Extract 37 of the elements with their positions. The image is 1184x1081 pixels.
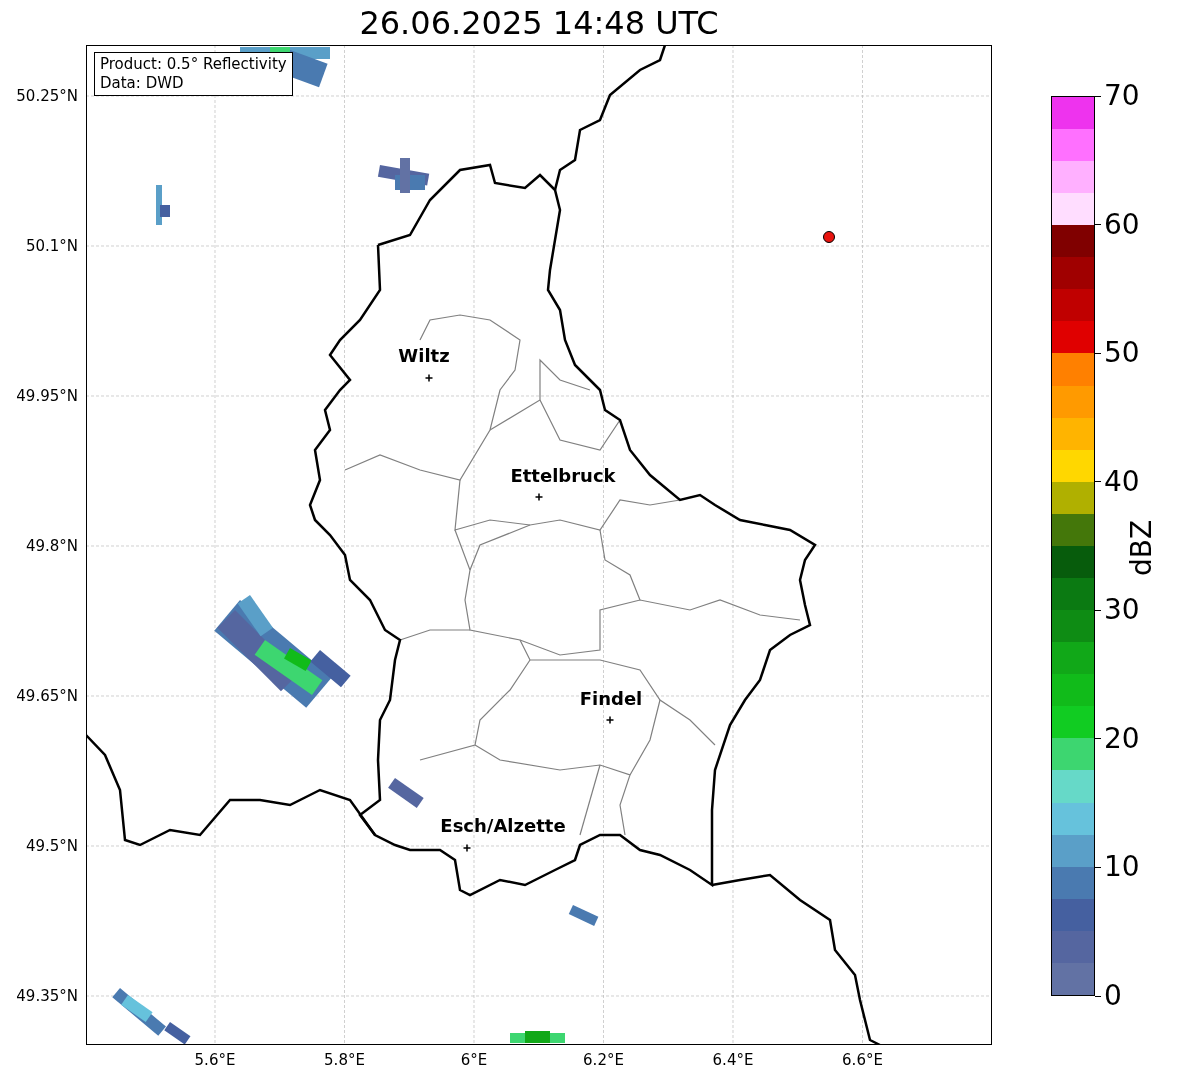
- radar-echo: [377, 158, 430, 193]
- legend-text: Product: 0.5° Reflectivity: [100, 55, 287, 74]
- latitude-label: 49.5°N: [25, 837, 78, 855]
- latitude-label: 49.65°N: [16, 687, 78, 705]
- city-label: Findel: [579, 688, 643, 709]
- latitude-label: 49.35°N: [16, 987, 78, 1005]
- plus-icon: [462, 843, 472, 853]
- radar-echo: [156, 185, 170, 225]
- scale-label: 30: [1104, 595, 1140, 626]
- city-label: Esch/Alzette: [440, 815, 566, 836]
- plus-icon: [605, 715, 615, 725]
- latitude-label: 50.1°N: [25, 237, 78, 255]
- city-label: Ettelbruck: [510, 465, 616, 486]
- latitude-label: 50.25°N: [16, 87, 78, 105]
- city-label: Wiltz: [398, 345, 450, 366]
- longitude-label: 5.6°E: [194, 1051, 236, 1069]
- longitude-label: 6.2°E: [583, 1051, 624, 1069]
- scale-label: 40: [1104, 466, 1140, 497]
- plot-title: 26.06.2025 14:48 UTC: [359, 6, 719, 39]
- scale-label: 10: [1104, 852, 1140, 883]
- plus-icon: [424, 373, 434, 383]
- longitude-label: 6.6°E: [842, 1051, 883, 1069]
- scale-label: 70: [1104, 81, 1140, 111]
- scale-label: 20: [1104, 723, 1140, 754]
- longitude-label: 6.4°E: [712, 1051, 754, 1069]
- plus-icon: [534, 492, 544, 502]
- scale-label: 50: [1104, 338, 1140, 369]
- scale-label: 60: [1104, 209, 1140, 240]
- legend-text: Data: DWD: [100, 74, 185, 93]
- latitude-label: 49.8°N: [25, 537, 78, 555]
- site-marker-icon: [823, 231, 835, 243]
- scale-title: dBZ: [1127, 519, 1157, 577]
- scale-label: 0: [1104, 981, 1122, 1011]
- longitude-label: 6°E: [460, 1051, 488, 1069]
- radar-echo: [510, 1031, 565, 1043]
- longitude-label: 5.8°E: [324, 1051, 365, 1069]
- latitude-label: 49.95°N: [16, 387, 78, 405]
